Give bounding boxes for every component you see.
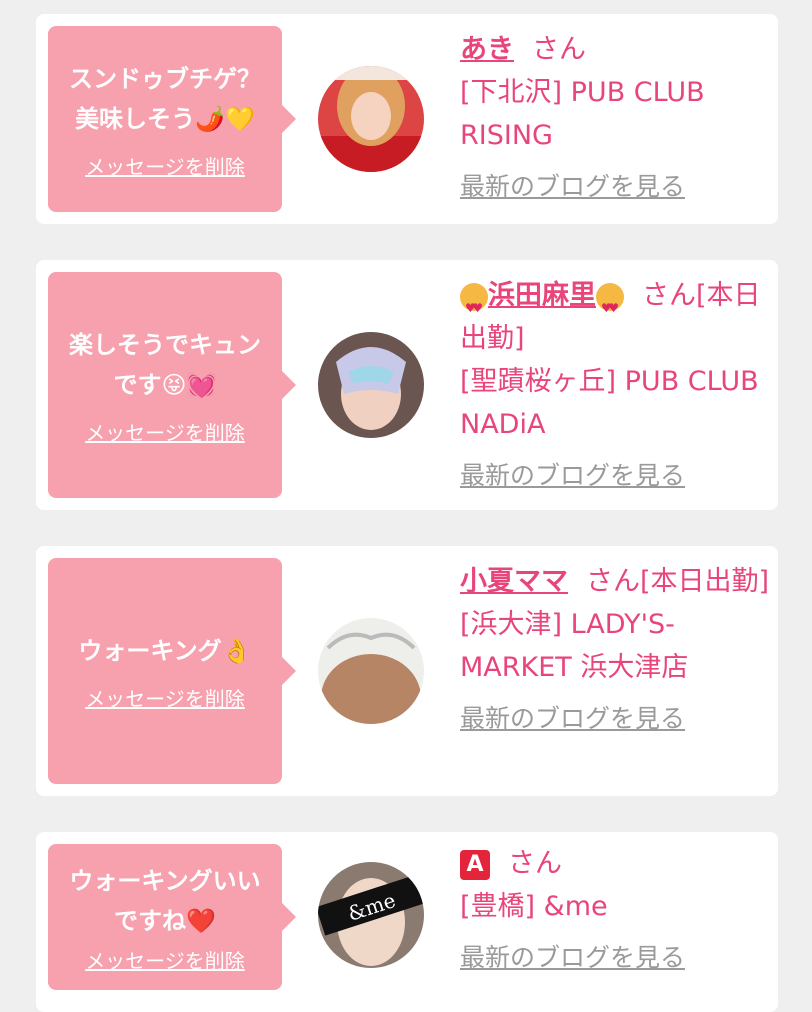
- latest-blog-link[interactable]: 最新のブログを見る: [460, 697, 685, 740]
- name-suffix: さん: [508, 848, 562, 879]
- message-text: スンドゥブチゲ？ 美味しそう🌶️💛: [69, 64, 261, 133]
- message-bubble: スンドゥブチゲ？ 美味しそう🌶️💛 メッセージを削除: [48, 26, 296, 212]
- delete-message-link[interactable]: メッセージを削除: [85, 945, 245, 974]
- sender-info: A さん [豊橋] &me 最新のブログを見る: [460, 842, 770, 979]
- latest-blog-link[interactable]: 最新のブログを見る: [460, 454, 685, 497]
- latest-blog-link[interactable]: 最新のブログを見る: [460, 936, 685, 979]
- message-text: ウォーキングいい ですね❤️: [69, 866, 261, 935]
- heart-eyes-cat-icon: [596, 282, 624, 330]
- name-suffix: さん: [532, 34, 586, 65]
- sender-name-link[interactable]: あき: [460, 34, 514, 65]
- sender-name-link[interactable]: 小夏ママ: [460, 566, 568, 597]
- avatar[interactable]: &me: [318, 862, 424, 968]
- sender-info: 小夏ママ さん[本日出勤] [浜大津] LADY'S-MARKET 浜大津店 最新…: [460, 560, 770, 740]
- name-suffix: さん[本日出勤]: [586, 566, 770, 597]
- sender-info: あき さん [下北沢] PUB CLUB RISING 最新のブログを見る: [460, 28, 770, 208]
- avatar[interactable]: [318, 66, 424, 172]
- message-list: スンドゥブチゲ？ 美味しそう🌶️💛 メッセージを削除 あき さん [下北沢] PU…: [0, 0, 812, 1012]
- delete-message-link[interactable]: メッセージを削除: [85, 683, 245, 712]
- latest-blog-link[interactable]: 最新のブログを見る: [460, 165, 685, 208]
- shop-name: [下北沢] PUB CLUB RISING: [460, 77, 705, 151]
- message-bubble: 楽しそうでキュン です😝💓 メッセージを削除: [48, 272, 296, 498]
- shop-name: [聖蹟桜ヶ丘] PUB CLUB NADiA: [460, 366, 759, 440]
- list-item: 楽しそうでキュン です😝💓 メッセージを削除 浜田麻里さん[本日出勤] [聖蹟桜…: [36, 260, 778, 510]
- list-item: スンドゥブチゲ？ 美味しそう🌶️💛 メッセージを削除 あき さん [下北沢] PU…: [36, 14, 778, 224]
- message-text: ウォーキング👌: [78, 636, 252, 665]
- avatar[interactable]: [318, 618, 424, 724]
- letter-a-button-icon[interactable]: A: [460, 849, 490, 880]
- delete-message-link[interactable]: メッセージを削除: [85, 151, 245, 180]
- shop-name: [豊橋] &me: [460, 891, 608, 922]
- message-bubble: ウォーキング👌 メッセージを削除: [48, 558, 296, 784]
- list-item: ウォーキング👌 メッセージを削除 小夏ママ さん[本日出勤] [浜大津] LADY…: [36, 546, 778, 796]
- message-bubble: ウォーキングいい ですね❤️ メッセージを削除: [48, 844, 296, 990]
- list-item: ウォーキングいい ですね❤️ メッセージを削除 &me A さん [豊橋] &me…: [36, 832, 778, 1012]
- heart-eyes-cat-icon: [460, 282, 488, 330]
- message-text: 楽しそうでキュン です😝💓: [69, 330, 261, 399]
- avatar[interactable]: [318, 332, 424, 438]
- shop-name: [浜大津] LADY'S-MARKET 浜大津店: [460, 609, 689, 683]
- delete-message-link[interactable]: メッセージを削除: [85, 417, 245, 446]
- sender-info: 浜田麻里さん[本日出勤] [聖蹟桜ヶ丘] PUB CLUB NADiA 最新のブ…: [460, 274, 770, 497]
- sender-name-link[interactable]: 浜田麻里: [488, 280, 596, 311]
